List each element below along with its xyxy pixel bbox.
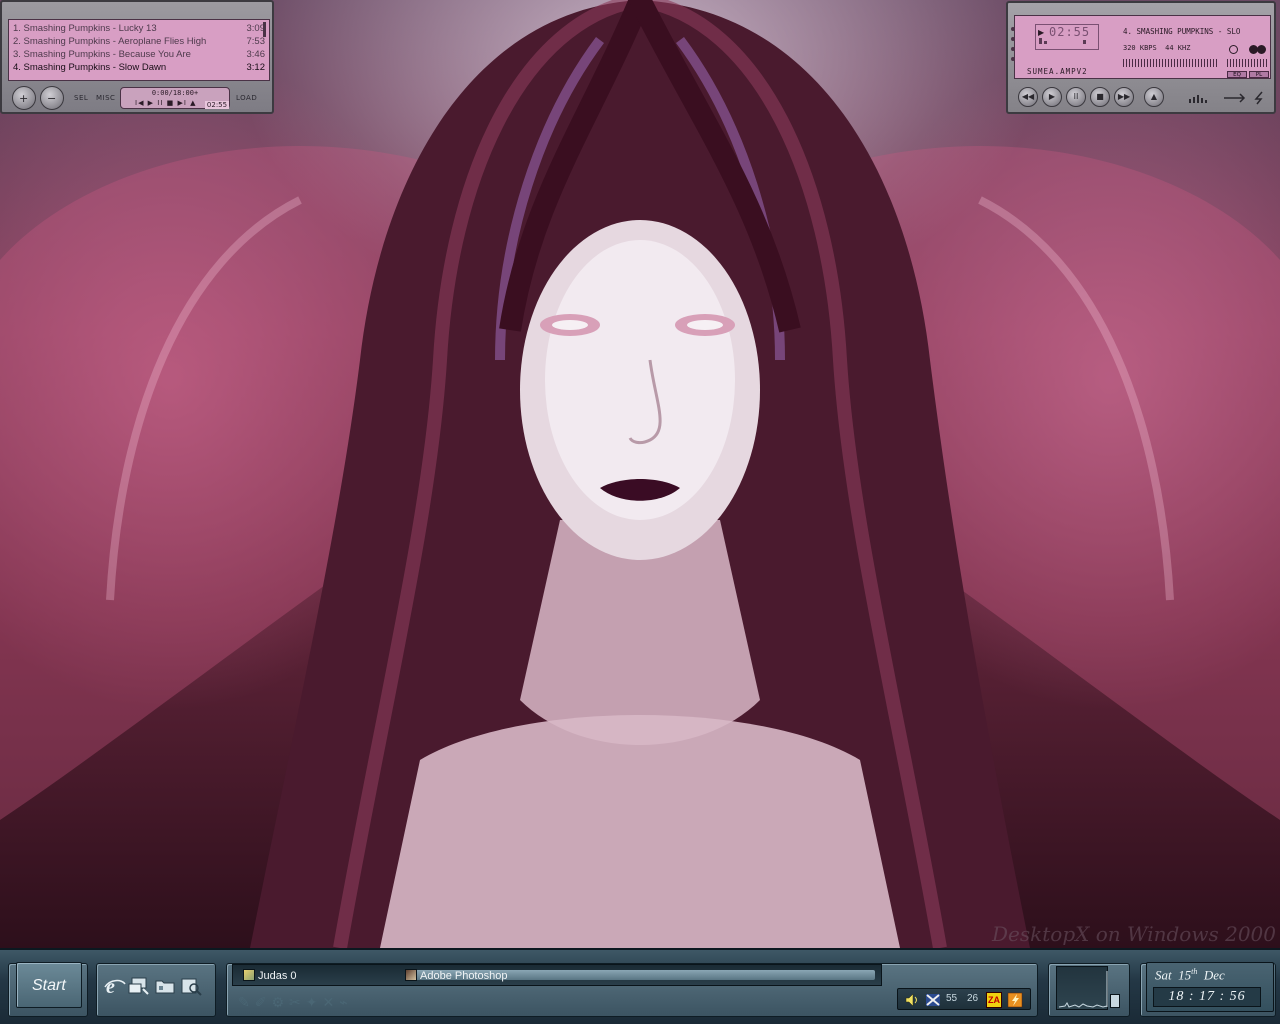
playlist-scrollbar[interactable] <box>263 22 266 37</box>
clock-date: Sat 15th Dec <box>1155 967 1265 983</box>
svg-text:e: e <box>106 976 115 997</box>
playlist-item-title: 1. Smashing Pumpkins - Lucky 13 <box>13 23 157 34</box>
sel-button[interactable]: SEL <box>74 94 88 102</box>
playlist-add-button[interactable]: + <box>12 86 36 110</box>
playlist-list[interactable]: 1. Smashing Pumpkins - Lucky 13 3:09 2. … <box>8 19 270 81</box>
tasklist: Judas 0 Adobe Photoshop <box>232 964 882 986</box>
clock-date-num: 15 <box>1178 967 1192 983</box>
kbps-value: 320 KBPS <box>1123 44 1157 52</box>
desktop-wallpaper: DesktopX on Windows 2000 <box>0 0 1280 948</box>
volume-icon[interactable] <box>904 992 920 1008</box>
mono-indicator <box>1229 45 1238 54</box>
clock-date-suffix: th <box>1191 967 1198 976</box>
cpu-graph[interactable] <box>1056 966 1108 1010</box>
faded-tool-icons: ✎✐⚙✂✦✕⌁ <box>238 995 353 1011</box>
clock[interactable]: Sat 15th Dec 18 : 17 : 56 <box>1146 962 1274 1012</box>
photoshop-icon <box>405 969 417 981</box>
playlist-item-active[interactable]: 4. Smashing Pumpkins - Slow Dawn 3:12 <box>13 61 265 74</box>
ie-icon[interactable]: e <box>104 975 126 997</box>
playlist-time-display: 0:00/18:00+ I◀ ▶ II ■ ▶I ▲ 02:55 <box>120 87 230 109</box>
task-label: Judas 0 <box>258 970 297 982</box>
clock-time-box: 18 : 17 : 56 <box>1153 987 1261 1007</box>
cpu-graph-line <box>1058 971 1108 1008</box>
play-state-icon: ▶ <box>1038 28 1045 37</box>
zonealarm-icon[interactable]: ZA <box>986 992 1002 1008</box>
system-tray: 55 26 ZA <box>897 988 1031 1010</box>
player-display: ▶ 02:55 4. SMASHING PUMPKINS - SLO 320 K… <box>1014 15 1271 79</box>
clock-month: Dec <box>1203 967 1225 983</box>
load-button[interactable]: LOAD <box>236 94 257 102</box>
lightning-icon[interactable] <box>1007 992 1023 1008</box>
stereo-indicator <box>1257 45 1266 54</box>
playlist-window[interactable]: 1. Smashing Pumpkins - Lucky 13 3:09 2. … <box>0 0 274 114</box>
minus-icon: − <box>47 92 57 105</box>
vis-bar <box>1083 40 1086 44</box>
playlist-item-title: 4. Smashing Pumpkins - Slow Dawn <box>13 62 167 73</box>
desktopx-watermark: DesktopX on Windows 2000 <box>992 922 1276 946</box>
playlist-item-title: 3. Smashing Pumpkins - Because You Are <box>13 49 191 60</box>
folder-icon <box>243 969 255 981</box>
player-controls: ◀◀ ▶ II ■ ▶▶ ▲ <box>1018 85 1268 111</box>
player-window[interactable]: ▶ 02:55 4. SMASHING PUMPKINS - SLO 320 K… <box>1006 1 1276 114</box>
network-icon[interactable] <box>925 992 941 1008</box>
search-icon[interactable] <box>180 975 202 997</box>
song-ticker: 4. SMASHING PUMPKINS - SLO <box>1123 27 1241 36</box>
next-button[interactable]: ▶▶ <box>1114 87 1134 107</box>
playlist-item-title: 2. Smashing Pumpkins - Aeroplane Flies H… <box>13 36 207 47</box>
prev-button[interactable]: ◀◀ <box>1018 87 1038 107</box>
playlist-item-duration: 3:12 <box>246 62 266 73</box>
task-photoshop[interactable]: Adobe Photoshop <box>405 967 507 985</box>
clock-day: Sat <box>1155 967 1172 983</box>
start-button[interactable]: Start <box>16 962 82 1008</box>
task-judas[interactable]: Judas 0 <box>243 967 297 985</box>
eject-button[interactable]: ▲ <box>1144 87 1164 107</box>
task-label: Adobe Photoshop <box>420 970 508 982</box>
stop-button[interactable]: ■ <box>1090 87 1110 107</box>
seek-bar[interactable] <box>1123 59 1219 67</box>
folder-icon[interactable] <box>154 975 176 997</box>
plus-icon: + <box>19 92 29 105</box>
cpu-meter <box>1110 994 1120 1008</box>
playlist-item[interactable]: 3. Smashing Pumpkins - Because You Are 3… <box>13 48 265 61</box>
playlist-elapsed-time: 02:55 <box>205 101 229 109</box>
playlist-item[interactable]: 2. Smashing Pumpkins - Aeroplane Flies H… <box>13 35 265 48</box>
tray-counter: 26 <box>967 993 979 1004</box>
clock-time: 18 : 17 : 56 <box>1168 989 1246 1004</box>
shuffle-repeat-icons[interactable] <box>1188 91 1268 105</box>
start-label: Start <box>32 977 66 994</box>
playlist-item[interactable]: 1. Smashing Pumpkins - Lucky 13 3:09 <box>13 22 265 35</box>
misc-button[interactable]: MISC <box>96 94 115 102</box>
time-display[interactable]: 02:55 <box>1049 25 1090 39</box>
vis-bar <box>1044 41 1047 44</box>
khz-value: 44 KHZ <box>1165 44 1191 52</box>
playlist-remove-button[interactable]: − <box>40 86 64 110</box>
show-desktop-icon[interactable] <box>128 975 150 997</box>
vis-bar <box>1039 38 1042 44</box>
wallpaper-art <box>0 0 1280 948</box>
play-button[interactable]: ▶ <box>1042 87 1062 107</box>
volume-slider[interactable] <box>1227 59 1267 67</box>
playlist-item-duration: 3:46 <box>246 49 266 60</box>
tray-counter: 55 <box>946 993 958 1004</box>
pause-button[interactable]: II <box>1066 87 1086 107</box>
pl-toggle[interactable]: PL <box>1249 71 1269 78</box>
playlist-mini-transport[interactable]: I◀ ▶ II ■ ▶I ▲ <box>135 99 197 107</box>
skin-name: SUMEA.AMPV2 <box>1027 67 1088 76</box>
playlist-total-time: 0:00/18:00+ <box>151 89 199 97</box>
eq-toggle[interactable]: EQ <box>1227 71 1247 78</box>
bitrate-info: 320 KBPS 44 KHZ <box>1123 44 1190 52</box>
playlist-controls: + − SEL MISC 0:00/18:00+ I◀ ▶ II ■ ▶I ▲ … <box>8 85 270 111</box>
